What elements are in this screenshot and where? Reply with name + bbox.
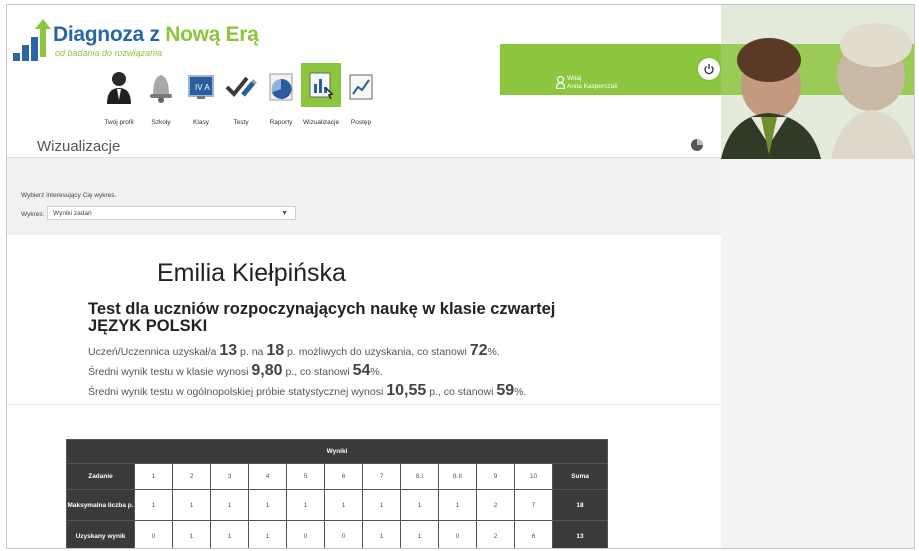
table-cell: 1 <box>210 520 249 548</box>
student-score-line: Uczeń/Uczennica uzyskał/a 13 p. na 18 p.… <box>88 342 500 359</box>
logo[interactable]: Diagnoza z Nową Erą od badania do rozwią… <box>13 19 259 64</box>
logo-bars-icon <box>13 19 51 61</box>
progress-chart-icon <box>341 69 381 105</box>
table-row: Zadanie 1 2 3 4 5 6 7 8.I 8.II 9 10 Suma <box>66 463 608 490</box>
table-cell: 3 <box>210 463 249 490</box>
table-cell: 1 <box>134 463 173 490</box>
row-label: Uzyskany wynik <box>66 520 135 548</box>
svg-text:IV A: IV A <box>195 83 210 92</box>
table-cell: 7 <box>362 463 401 490</box>
page-title: Wizualizacje <box>37 138 121 155</box>
table-cell: 2 <box>172 463 211 490</box>
nav-label: Postęp <box>350 119 372 126</box>
app-window: Diagnoza z Nową Erą od badania do rozwią… <box>6 4 915 549</box>
nav-item-profile[interactable]: Twój profil <box>99 69 139 126</box>
table-cell: 1 <box>362 520 401 548</box>
brand-title: Diagnoza z Nową Erą <box>53 23 259 46</box>
sum-cell: 13 <box>552 520 608 548</box>
school-bell-icon <box>141 69 181 105</box>
table-cell: 1 <box>134 489 173 521</box>
nav-label: Testy <box>233 119 249 126</box>
table-cell: 1 <box>400 520 439 548</box>
user-greeting[interactable]: Witaj Anita Kasperczak <box>555 75 618 91</box>
table-cell: 1 <box>438 489 477 521</box>
chart-select-dropdown[interactable]: Wyniki zadań ▼ <box>47 206 296 220</box>
table-row: Maksymalna liczba p. 1 1 1 1 1 1 1 1 1 2 7 18 <box>66 489 608 521</box>
table-row: Uzyskany wynik 0 1 1 1 0 0 1 1 0 2 6 13 <box>66 520 608 548</box>
table-cell: 9 <box>476 463 515 490</box>
sum-cell: Suma <box>552 463 608 490</box>
chart-select-value: Wyniki zadań <box>53 210 92 217</box>
table-cell: 2 <box>476 489 515 521</box>
class-board-icon: IV A <box>181 69 221 105</box>
results-table-title: Wyniki <box>66 439 608 464</box>
student-name: Emilia Kiełpińska <box>157 259 346 287</box>
results-content: Emilia Kiełpińska Test dla uczniów rozpo… <box>7 235 721 548</box>
national-average-line: Średni wynik testu w ogólnopolskiej prób… <box>88 382 527 399</box>
table-cell: 10 <box>514 463 553 490</box>
right-panel <box>721 159 914 548</box>
nav-item-progress[interactable]: Postęp <box>341 69 381 126</box>
header-photo <box>721 5 914 159</box>
header: Diagnoza z Nową Erą od badania do rozwią… <box>7 5 914 159</box>
table-cell: 1 <box>248 489 287 521</box>
sum-cell: 18 <box>552 489 608 521</box>
test-title: Test dla uczniów rozpoczynających naukę … <box>88 301 555 335</box>
table-cell: 1 <box>324 489 363 521</box>
class-average-line: Średni wynik testu w klasie wynosi 9,80 … <box>88 362 383 379</box>
divider <box>7 404 721 405</box>
nav-label: Wizualizacje <box>302 119 340 126</box>
report-chart-icon <box>261 69 301 105</box>
user-icon <box>555 75 566 92</box>
table-cell: 1 <box>172 489 211 521</box>
row-label: Zadanie <box>66 463 135 490</box>
table-cell: 0 <box>324 520 363 548</box>
row-label: Maksymalna liczba p. <box>66 489 135 521</box>
dropdown-arrow-icon: ▼ <box>281 210 288 217</box>
chart-selector-panel: Wybierz interesujący Cię wykres. Wykres:… <box>7 157 721 236</box>
table-cell: 1 <box>210 489 249 521</box>
user-profile-icon <box>99 69 139 105</box>
test-check-icon <box>221 69 261 105</box>
table-cell: 7 <box>514 489 553 521</box>
table-cell: 0 <box>134 520 173 548</box>
table-cell: 1 <box>286 489 325 521</box>
table-cell: 8.I <box>400 463 439 490</box>
table-cell: 4 <box>248 463 287 490</box>
nav-label: Klasy <box>193 119 209 126</box>
chart-select-label: Wykres: <box>21 211 45 218</box>
table-cell: 0 <box>286 520 325 548</box>
test-title-line1: Test dla uczniów rozpoczynających naukę … <box>88 300 556 318</box>
brand-subtitle: od badania do rozwiązania <box>55 48 163 58</box>
nav-label: Szkoły <box>151 119 171 126</box>
chart-settings-button[interactable] <box>690 138 704 157</box>
table-cell: 1 <box>172 520 211 548</box>
nav-item-visualizations[interactable]: Wizualizacje <box>301 63 341 126</box>
nav-item-schools[interactable]: Szkoły <box>141 69 181 126</box>
greeting-text: Witaj <box>567 75 582 82</box>
table-cell: 2 <box>476 520 515 548</box>
test-subject: JĘZYK POLSKI <box>88 317 208 335</box>
nav-item-reports[interactable]: Raporty <box>261 69 301 126</box>
nav-item-classes[interactable]: IV A Klasy <box>181 69 221 126</box>
table-cell: 1 <box>362 489 401 521</box>
power-icon <box>704 64 714 75</box>
table-cell: 1 <box>248 520 287 548</box>
user-name: Anita Kasperczak <box>567 83 618 90</box>
table-cell: 8.II <box>438 463 477 490</box>
table-cell: 0 <box>438 520 477 548</box>
table-cell: 6 <box>514 520 553 548</box>
nav-label: Raporty <box>269 119 293 126</box>
results-table: Wyniki Zadanie 1 2 3 4 5 6 7 8.I 8.II 9 10 Suma Maks… <box>66 439 608 548</box>
logout-button[interactable] <box>698 58 720 80</box>
visualization-icon <box>301 63 341 107</box>
pie-chart-icon <box>691 139 703 151</box>
nav-item-tests[interactable]: Testy <box>221 69 261 126</box>
nav-label: Twój profil <box>104 119 134 126</box>
table-cell: 6 <box>324 463 363 490</box>
table-cell: 1 <box>400 489 439 521</box>
table-cell: 5 <box>286 463 325 490</box>
chart-hint: Wybierz interesujący Cię wykres. <box>21 192 117 199</box>
